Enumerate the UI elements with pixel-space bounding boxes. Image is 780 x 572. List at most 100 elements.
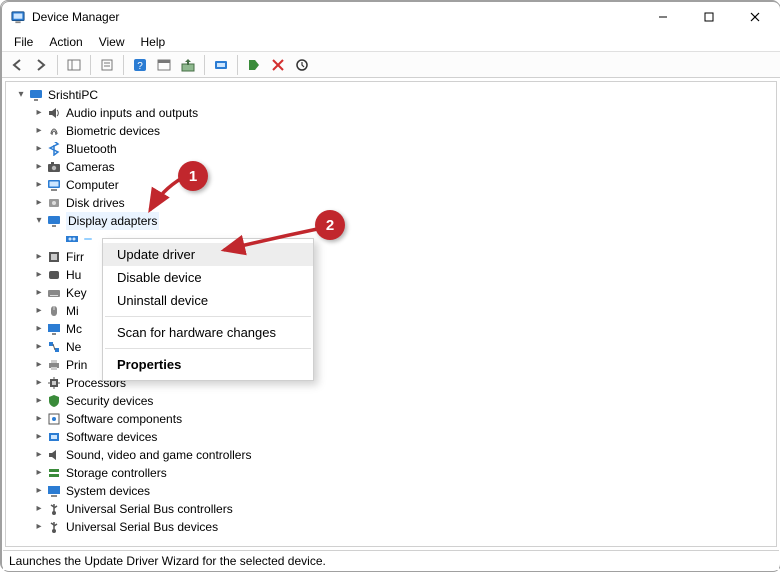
ctx-uninstall-device[interactable]: Uninstall device [103,289,313,312]
properties-button[interactable] [96,54,118,76]
tree-category[interactable]: Sound, video and game controllers [8,446,776,464]
disable-device-button[interactable] [291,54,313,76]
printer-icon [46,357,62,373]
tree-node-label: Bluetooth [66,140,117,158]
expand-caret-icon[interactable] [32,284,46,302]
back-button[interactable] [6,54,28,76]
tree-node-label: Storage controllers [66,464,167,482]
tree-category[interactable]: Bluetooth [8,140,776,158]
firmware-icon [46,249,62,265]
security-icon [46,393,62,409]
tree-node-label: Ne [66,338,81,356]
expand-caret-icon[interactable] [32,212,46,230]
tree-category[interactable]: Audio inputs and outputs [8,104,776,122]
expand-caret-icon[interactable] [32,266,46,284]
expand-caret-icon[interactable] [14,86,28,104]
ctx-properties[interactable]: Properties [103,353,313,376]
toolbar: ? [2,52,780,78]
expand-caret-icon[interactable] [32,248,46,266]
expand-caret-icon[interactable] [32,392,46,410]
ctx-update-driver[interactable]: Update driver [103,243,313,266]
toolbar-separator [237,55,238,75]
ctx-disable-device[interactable]: Disable device [103,266,313,289]
network-icon [46,339,62,355]
status-bar: Launches the Update Driver Wizard for th… [3,550,779,570]
tree-category[interactable]: Security devices [8,392,776,410]
tree-root[interactable]: SrishtiPC [8,86,776,104]
tree-node-label: Cameras [66,158,115,176]
minimize-button[interactable] [640,2,686,32]
close-button[interactable] [732,2,778,32]
tree-node-label: Sound, video and game controllers [66,446,251,464]
annotation-bubble-1: 1 [178,161,208,191]
tree-category[interactable]: Biometric devices [8,122,776,140]
status-text: Launches the Update Driver Wizard for th… [9,554,326,568]
uninstall-device-button[interactable] [267,54,289,76]
tree-category[interactable]: Display adapters [8,212,776,230]
context-menu: Update driver Disable device Uninstall d… [102,238,314,381]
cpu-icon [46,375,62,391]
expand-caret-icon[interactable] [32,122,46,140]
scan-hardware-button[interactable] [210,54,232,76]
tree-category[interactable]: Universal Serial Bus devices [8,518,776,536]
bluetooth-icon [46,141,62,157]
maximize-button[interactable] [686,2,732,32]
storage-icon [46,465,62,481]
svg-text:?: ? [137,61,143,72]
expand-caret-icon[interactable] [32,302,46,320]
mouse-icon [46,303,62,319]
hid-icon [46,267,62,283]
tree-node-label: Software devices [66,428,157,446]
ctx-separator [105,348,311,349]
expand-caret-icon[interactable] [32,464,46,482]
tree-category[interactable]: Disk drives [8,194,776,212]
update-driver-button[interactable] [177,54,199,76]
tree-category[interactable]: Software devices [8,428,776,446]
tree-category[interactable]: Software components [8,410,776,428]
toolbar-separator [90,55,91,75]
expand-caret-icon[interactable] [32,158,46,176]
gpu-icon [64,231,80,247]
tree-node-label: Security devices [66,392,153,410]
show-hide-tree-button[interactable] [63,54,85,76]
expand-caret-icon[interactable] [32,320,46,338]
softdevice-icon [46,429,62,445]
expand-caret-icon[interactable] [32,194,46,212]
expand-caret-icon[interactable] [32,104,46,122]
sound-icon [46,447,62,463]
expand-caret-icon[interactable] [32,500,46,518]
expand-caret-icon[interactable] [32,140,46,158]
tree-category[interactable]: System devices [8,482,776,500]
action-button[interactable] [153,54,175,76]
menu-help[interactable]: Help [133,33,174,51]
expand-caret-icon[interactable] [32,338,46,356]
tree-node-label: Key [66,284,87,302]
tree-node-label: Universal Serial Bus controllers [66,500,233,518]
menu-file[interactable]: File [6,33,41,51]
expand-caret-icon[interactable] [32,410,46,428]
expand-caret-icon[interactable] [32,428,46,446]
tree-node-label: Audio inputs and outputs [66,104,198,122]
tree-category[interactable]: Universal Serial Bus controllers [8,500,776,518]
menu-action[interactable]: Action [41,33,90,51]
tree-node-label: Hu [66,266,81,284]
window-controls [640,2,778,32]
expand-caret-icon[interactable] [32,482,46,500]
fingerprint-icon [46,123,62,139]
menu-view[interactable]: View [91,33,133,51]
monitor-icon [46,321,62,337]
enable-device-button[interactable] [243,54,265,76]
tree-category[interactable]: Computer [8,176,776,194]
expand-caret-icon[interactable] [32,356,46,374]
tree-category[interactable]: Storage controllers [8,464,776,482]
expand-caret-icon[interactable] [32,518,46,536]
expand-caret-icon[interactable] [32,374,46,392]
tree-node-label: Mi [66,302,79,320]
ctx-scan-hardware[interactable]: Scan for hardware changes [103,321,313,344]
expand-caret-icon[interactable] [32,446,46,464]
help-button[interactable]: ? [129,54,151,76]
expand-caret-icon[interactable] [32,176,46,194]
tree-category[interactable]: Cameras [8,158,776,176]
display-icon [46,213,62,229]
forward-button[interactable] [30,54,52,76]
